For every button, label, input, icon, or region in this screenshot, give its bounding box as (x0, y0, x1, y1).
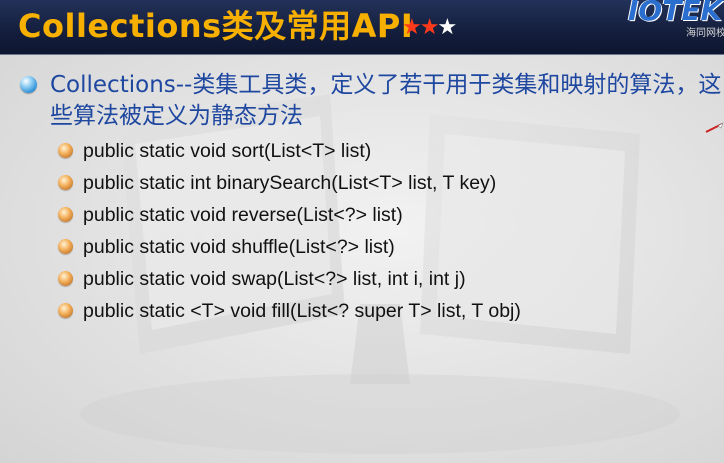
orange-bullet-icon (58, 303, 73, 318)
title-bar: Collections类及常用API ★★★ IOTEK 海同网校 (0, 0, 724, 55)
difficulty-rating: ★★★ (402, 14, 457, 42)
method-signature: public static void sort(List<T> list) (83, 140, 372, 162)
slide-title: Collections类及常用API (18, 7, 414, 45)
logo-subtitle: 海同网校 (686, 28, 724, 39)
blue-bullet-icon (20, 76, 37, 93)
logo-text: IOTEK (628, 0, 723, 27)
orange-bullet-icon (58, 271, 73, 286)
main-point-text: Collections--类集工具类，定义了若干用于类集和映射的算法，这些算法被… (50, 72, 722, 129)
pen-pointer-icon (705, 122, 724, 133)
method-signature: public static int binarySearch(List<T> l… (83, 172, 497, 194)
method-signature: public static void swap(List<?> list, in… (83, 268, 466, 290)
method-signature: public static <T> void fill(List<? super… (83, 300, 521, 322)
orange-bullet-icon (58, 175, 73, 190)
empty-star-icon: ★ (437, 15, 457, 40)
brand-logo: IOTEK 海同网校 (626, 0, 724, 39)
method-signature: public static void reverse(List<?> list) (83, 204, 403, 226)
method-signature: public static void shuffle(List<?> list) (83, 236, 395, 258)
orange-bullet-icon (58, 207, 73, 222)
orange-bullet-icon (58, 239, 73, 254)
filled-stars-icon: ★★ (402, 15, 439, 40)
slide: Collections类及常用API ★★★ IOTEK 海同网校 Collec… (0, 0, 724, 463)
orange-bullet-icon (58, 143, 73, 158)
